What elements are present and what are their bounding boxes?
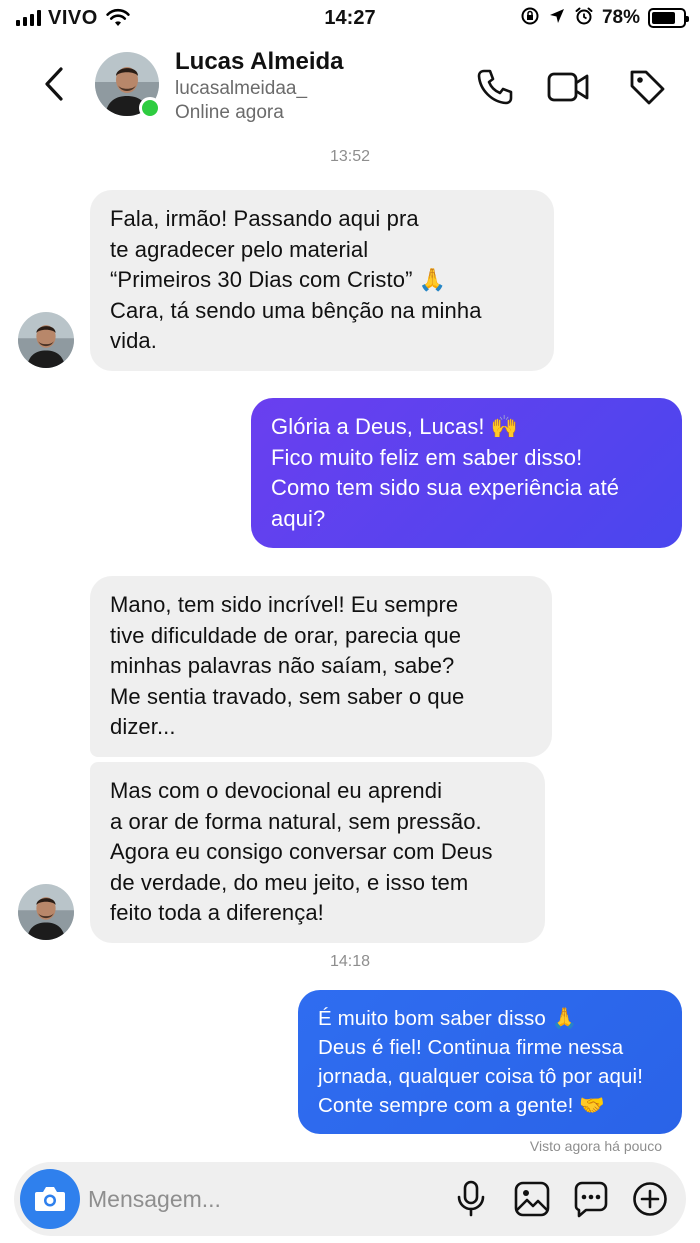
message-outgoing[interactable]: Glória a Deus, Lucas! 🙌 Fico muito feliz…	[251, 398, 682, 548]
plus-icon	[633, 1182, 667, 1216]
microphone-button[interactable]	[450, 1178, 492, 1220]
screen-lock-icon	[520, 6, 540, 31]
sticker-icon	[574, 1181, 608, 1218]
alarm-icon	[574, 6, 594, 31]
video-icon	[547, 72, 589, 102]
tag-icon	[630, 70, 665, 105]
chat-header: Lucas Almeida lucasalmeidaa_ Online agor…	[0, 38, 700, 138]
tag-button[interactable]	[624, 64, 670, 110]
call-button[interactable]	[472, 64, 518, 110]
location-icon	[548, 7, 566, 30]
gallery-icon	[514, 1181, 550, 1217]
contact-handle: lucasalmeidaa_	[175, 78, 308, 99]
camera-icon	[35, 1187, 65, 1211]
message-input[interactable]	[88, 1181, 388, 1217]
plus-button[interactable]	[629, 1178, 671, 1220]
back-button[interactable]	[36, 62, 72, 106]
contact-name[interactable]: Lucas Almeida	[175, 48, 344, 76]
message-incoming[interactable]: Fala, irmão! Passando aqui pra te agrade…	[90, 190, 554, 371]
sticker-button[interactable]	[570, 1178, 612, 1220]
avatar[interactable]	[18, 884, 74, 940]
timestamp: 13:52	[329, 148, 371, 165]
camera-button[interactable]	[20, 1169, 80, 1229]
gallery-button[interactable]	[511, 1178, 553, 1220]
battery-icon	[648, 8, 689, 28]
message-incoming[interactable]: Mas com o devocional eu aprendi a orar d…	[90, 762, 545, 943]
contact-status: Online agora	[175, 102, 284, 123]
message-outgoing[interactable]: É muito bom saber disso 🙏 Deus é fiel! C…	[298, 990, 682, 1134]
battery-percentage: 78%	[601, 7, 640, 28]
message-composer	[14, 1162, 686, 1236]
video-call-button[interactable]	[545, 64, 591, 110]
seen-status: Visto agora há pouco	[529, 1138, 662, 1154]
avatar[interactable]	[18, 312, 74, 368]
timestamp: 14:18	[329, 953, 371, 970]
online-indicator	[139, 97, 161, 119]
back-icon	[45, 67, 63, 101]
status-bar: VIVO 14:27 78%	[0, 0, 700, 38]
microphone-icon	[457, 1180, 485, 1217]
phone-icon	[477, 69, 513, 105]
message-incoming[interactable]: Mano, tem sido incrível! Eu sempre tive …	[90, 576, 552, 757]
